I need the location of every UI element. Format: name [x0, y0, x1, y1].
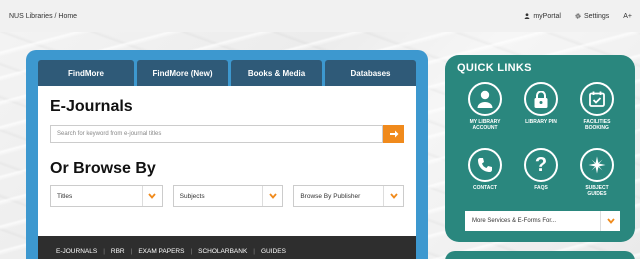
quick-link-label: SUBJECT GUIDES: [585, 185, 609, 197]
arrow-right-icon: [389, 130, 398, 138]
nav-scholarbank[interactable]: SCHOLARBANK: [192, 248, 253, 255]
tab-findmore-new[interactable]: FindMore (New): [137, 60, 228, 86]
user-icon: [524, 13, 530, 19]
nav-ejournals[interactable]: E-JOURNALS: [50, 248, 103, 255]
settings-link[interactable]: Settings: [575, 13, 609, 20]
calendar-check-icon: [580, 82, 614, 116]
chevron-down-icon: [141, 186, 162, 206]
quick-link-facilities-booking[interactable]: FACILITIES BOOKING: [569, 82, 625, 148]
search-input[interactable]: Search for keyword from e-journal titles: [50, 125, 383, 143]
quick-links-panel: QUICK LINKS MY LIBRARY ACCOUNT LIBRARY PI…: [445, 55, 635, 242]
quick-link-faqs[interactable]: ? FAQS: [513, 148, 569, 214]
settings-label: Settings: [583, 12, 610, 20]
top-bar: NUS Libraries / Home myPortal Settings A…: [0, 0, 640, 32]
phone-icon: [468, 148, 502, 182]
publisher-select[interactable]: Browse By Publisher: [293, 185, 404, 207]
publisher-select-value: Browse By Publisher: [300, 192, 361, 200]
chevron-down-icon: [383, 186, 403, 206]
user-icon: [468, 82, 502, 116]
quick-link-contact[interactable]: CONTACT: [457, 148, 513, 214]
titles-select-value: Titles: [57, 192, 73, 200]
browse-heading: Or Browse By: [50, 160, 156, 177]
quick-link-library-pin[interactable]: LIBRARY PIN: [513, 82, 569, 148]
nav-rbr[interactable]: RBR: [105, 248, 131, 255]
browse-selects: Titles Subjects Browse By Publisher: [50, 185, 404, 207]
quick-link-my-library-account[interactable]: MY LIBRARY ACCOUNT: [457, 82, 513, 148]
chevron-down-icon: [262, 186, 282, 206]
secondary-panel: [445, 251, 635, 259]
lock-icon: [524, 82, 558, 116]
quick-link-label: MY LIBRARY ACCOUNT: [469, 119, 501, 131]
question-icon: ?: [524, 148, 558, 182]
bottom-nav: E-JOURNALS | RBR | EXAM PAPERS | SCHOLAR…: [38, 236, 416, 259]
search-row: Search for keyword from e-journal titles: [50, 125, 404, 143]
tab-databases[interactable]: Databases: [325, 60, 416, 86]
search-panel: E-Journals Search for keyword from e-jou…: [38, 86, 416, 236]
quick-link-subject-guides[interactable]: SUBJECT GUIDES: [569, 148, 625, 214]
myportal-label: myPortal: [533, 12, 561, 20]
quick-links-grid: MY LIBRARY ACCOUNT LIBRARY PIN FACILITIES…: [457, 82, 625, 214]
search-tabs: FindMore FindMore (New) Books & Media Da…: [38, 60, 416, 86]
subjects-select-value: Subjects: [179, 192, 205, 200]
titles-select[interactable]: Titles: [50, 185, 163, 207]
more-services-value: More Services & E-Forms For...: [472, 218, 557, 224]
search-submit-button[interactable]: [383, 125, 404, 143]
font-size-label: A+: [623, 12, 632, 20]
quick-link-label: FACILITIES BOOKING: [583, 119, 611, 131]
myportal-link[interactable]: myPortal: [524, 13, 561, 20]
quick-link-label: FAQS: [534, 185, 548, 191]
quick-link-label: LIBRARY PIN: [525, 119, 557, 125]
breadcrumb[interactable]: NUS Libraries / Home: [9, 13, 77, 20]
quick-link-label: CONTACT: [472, 185, 498, 191]
gear-icon: [575, 13, 581, 19]
chevron-down-icon: [600, 211, 620, 231]
ejournals-heading: E-Journals: [50, 98, 133, 115]
nav-exam-papers[interactable]: EXAM PAPERS: [132, 248, 190, 255]
nav-guides[interactable]: GUIDES: [255, 248, 292, 255]
compass-icon: [580, 148, 614, 182]
tab-findmore[interactable]: FindMore: [38, 60, 134, 86]
more-services-select[interactable]: More Services & E-Forms For...: [465, 211, 620, 231]
tab-books-media[interactable]: Books & Media: [231, 60, 322, 86]
quick-links-title: QUICK LINKS: [457, 62, 532, 74]
subjects-select[interactable]: Subjects: [172, 185, 284, 207]
search-card: FindMore FindMore (New) Books & Media Da…: [26, 50, 428, 259]
font-size-toggle[interactable]: A+: [623, 13, 632, 20]
